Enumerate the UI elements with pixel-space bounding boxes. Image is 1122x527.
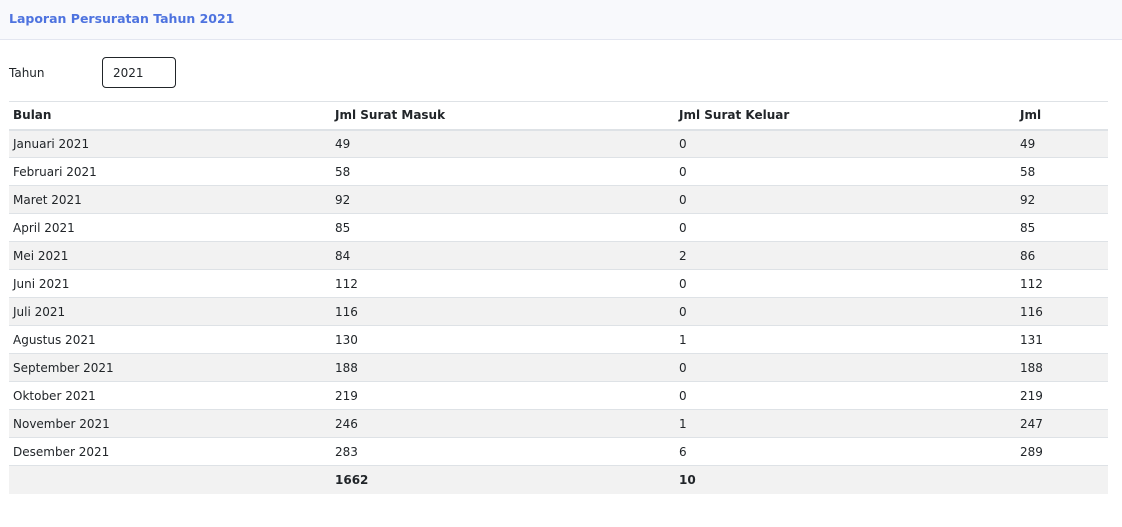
table-row: Juni 2021 112 0 112 (9, 269, 1108, 298)
month-cell: Februari 2021 (9, 157, 331, 186)
total-jml-cell (1016, 465, 1108, 494)
month-cell: Maret 2021 (9, 185, 331, 214)
total-surat-keluar-cell: 10 (675, 465, 1016, 494)
table-row: Maret 2021 92 0 92 (9, 185, 1108, 214)
table-row: September 2021 188 0 188 (9, 353, 1108, 382)
jml-cell: 49 (1016, 129, 1108, 158)
surat-keluar-cell: 0 (675, 157, 1016, 186)
surat-keluar-cell: 1 (675, 325, 1016, 354)
jml-cell: 58 (1016, 157, 1108, 186)
report-table: Bulan Jml Surat Masuk Jml Surat Keluar J… (9, 101, 1108, 494)
month-cell: Desember 2021 (9, 437, 331, 466)
page-title: Laporan Persuratan Tahun 2021 (9, 11, 235, 26)
table-row: Agustus 2021 130 1 131 (9, 325, 1108, 354)
column-header-bulan: Bulan (9, 101, 331, 131)
jml-cell: 85 (1016, 213, 1108, 242)
jml-cell: 86 (1016, 241, 1108, 270)
total-bulan-cell (9, 465, 331, 494)
totals-row: 1662 10 (9, 465, 1108, 494)
surat-masuk-cell: 85 (331, 213, 675, 242)
surat-masuk-cell: 49 (331, 129, 675, 158)
month-cell: April 2021 (9, 213, 331, 242)
surat-masuk-cell: 112 (331, 269, 675, 298)
jml-cell: 219 (1016, 381, 1108, 410)
year-filter-label: Tahun (9, 66, 45, 80)
surat-masuk-cell: 188 (331, 353, 675, 382)
jml-cell: 289 (1016, 437, 1108, 466)
surat-keluar-cell: 6 (675, 437, 1016, 466)
surat-keluar-cell: 0 (675, 297, 1016, 326)
table-row: Mei 2021 84 2 86 (9, 241, 1108, 270)
surat-masuk-cell: 219 (331, 381, 675, 410)
month-cell: Agustus 2021 (9, 325, 331, 354)
surat-keluar-cell: 0 (675, 129, 1016, 158)
table-row: Februari 2021 58 0 58 (9, 157, 1108, 186)
surat-keluar-cell: 0 (675, 269, 1016, 298)
jml-cell: 131 (1016, 325, 1108, 354)
table-footer: 1662 10 (9, 465, 1108, 494)
surat-keluar-cell: 2 (675, 241, 1016, 270)
surat-masuk-cell: 283 (331, 437, 675, 466)
month-cell: Januari 2021 (9, 129, 331, 158)
jml-cell: 116 (1016, 297, 1108, 326)
surat-masuk-cell: 116 (331, 297, 675, 326)
table-body: Januari 2021 49 0 49 Februari 2021 58 0 58 Maret… (9, 129, 1108, 466)
surat-keluar-cell: 0 (675, 353, 1016, 382)
table-row: Juli 2021 116 0 116 (9, 297, 1108, 326)
month-cell: Juli 2021 (9, 297, 331, 326)
jml-cell: 247 (1016, 409, 1108, 438)
surat-masuk-cell: 92 (331, 185, 675, 214)
column-header-surat-keluar: Jml Surat Keluar (675, 101, 1016, 131)
table-row: Januari 2021 49 0 49 (9, 129, 1108, 158)
surat-keluar-cell: 1 (675, 409, 1016, 438)
month-cell: Oktober 2021 (9, 381, 331, 410)
card-header: Laporan Persuratan Tahun 2021 (0, 0, 1122, 40)
jml-cell: 112 (1016, 269, 1108, 298)
month-cell: Juni 2021 (9, 269, 331, 298)
surat-masuk-cell: 130 (331, 325, 675, 354)
surat-keluar-cell: 0 (675, 213, 1016, 242)
surat-masuk-cell: 58 (331, 157, 675, 186)
table-row: Desember 2021 283 6 289 (9, 437, 1108, 466)
jml-cell: 188 (1016, 353, 1108, 382)
year-input[interactable] (102, 57, 176, 88)
surat-masuk-cell: 84 (331, 241, 675, 270)
table-row: April 2021 85 0 85 (9, 213, 1108, 242)
surat-keluar-cell: 0 (675, 381, 1016, 410)
surat-masuk-cell: 246 (331, 409, 675, 438)
jml-cell: 92 (1016, 185, 1108, 214)
total-surat-masuk-cell: 1662 (331, 465, 675, 494)
column-header-jml: Jml (1016, 101, 1108, 131)
table-row: Oktober 2021 219 0 219 (9, 381, 1108, 410)
month-cell: September 2021 (9, 353, 331, 382)
table-header-row: Bulan Jml Surat Masuk Jml Surat Keluar J… (9, 101, 1108, 131)
table-row: November 2021 246 1 247 (9, 409, 1108, 438)
surat-keluar-cell: 0 (675, 185, 1016, 214)
column-header-surat-masuk: Jml Surat Masuk (331, 101, 675, 131)
month-cell: November 2021 (9, 409, 331, 438)
month-cell: Mei 2021 (9, 241, 331, 270)
table-header: Bulan Jml Surat Masuk Jml Surat Keluar J… (9, 101, 1108, 131)
